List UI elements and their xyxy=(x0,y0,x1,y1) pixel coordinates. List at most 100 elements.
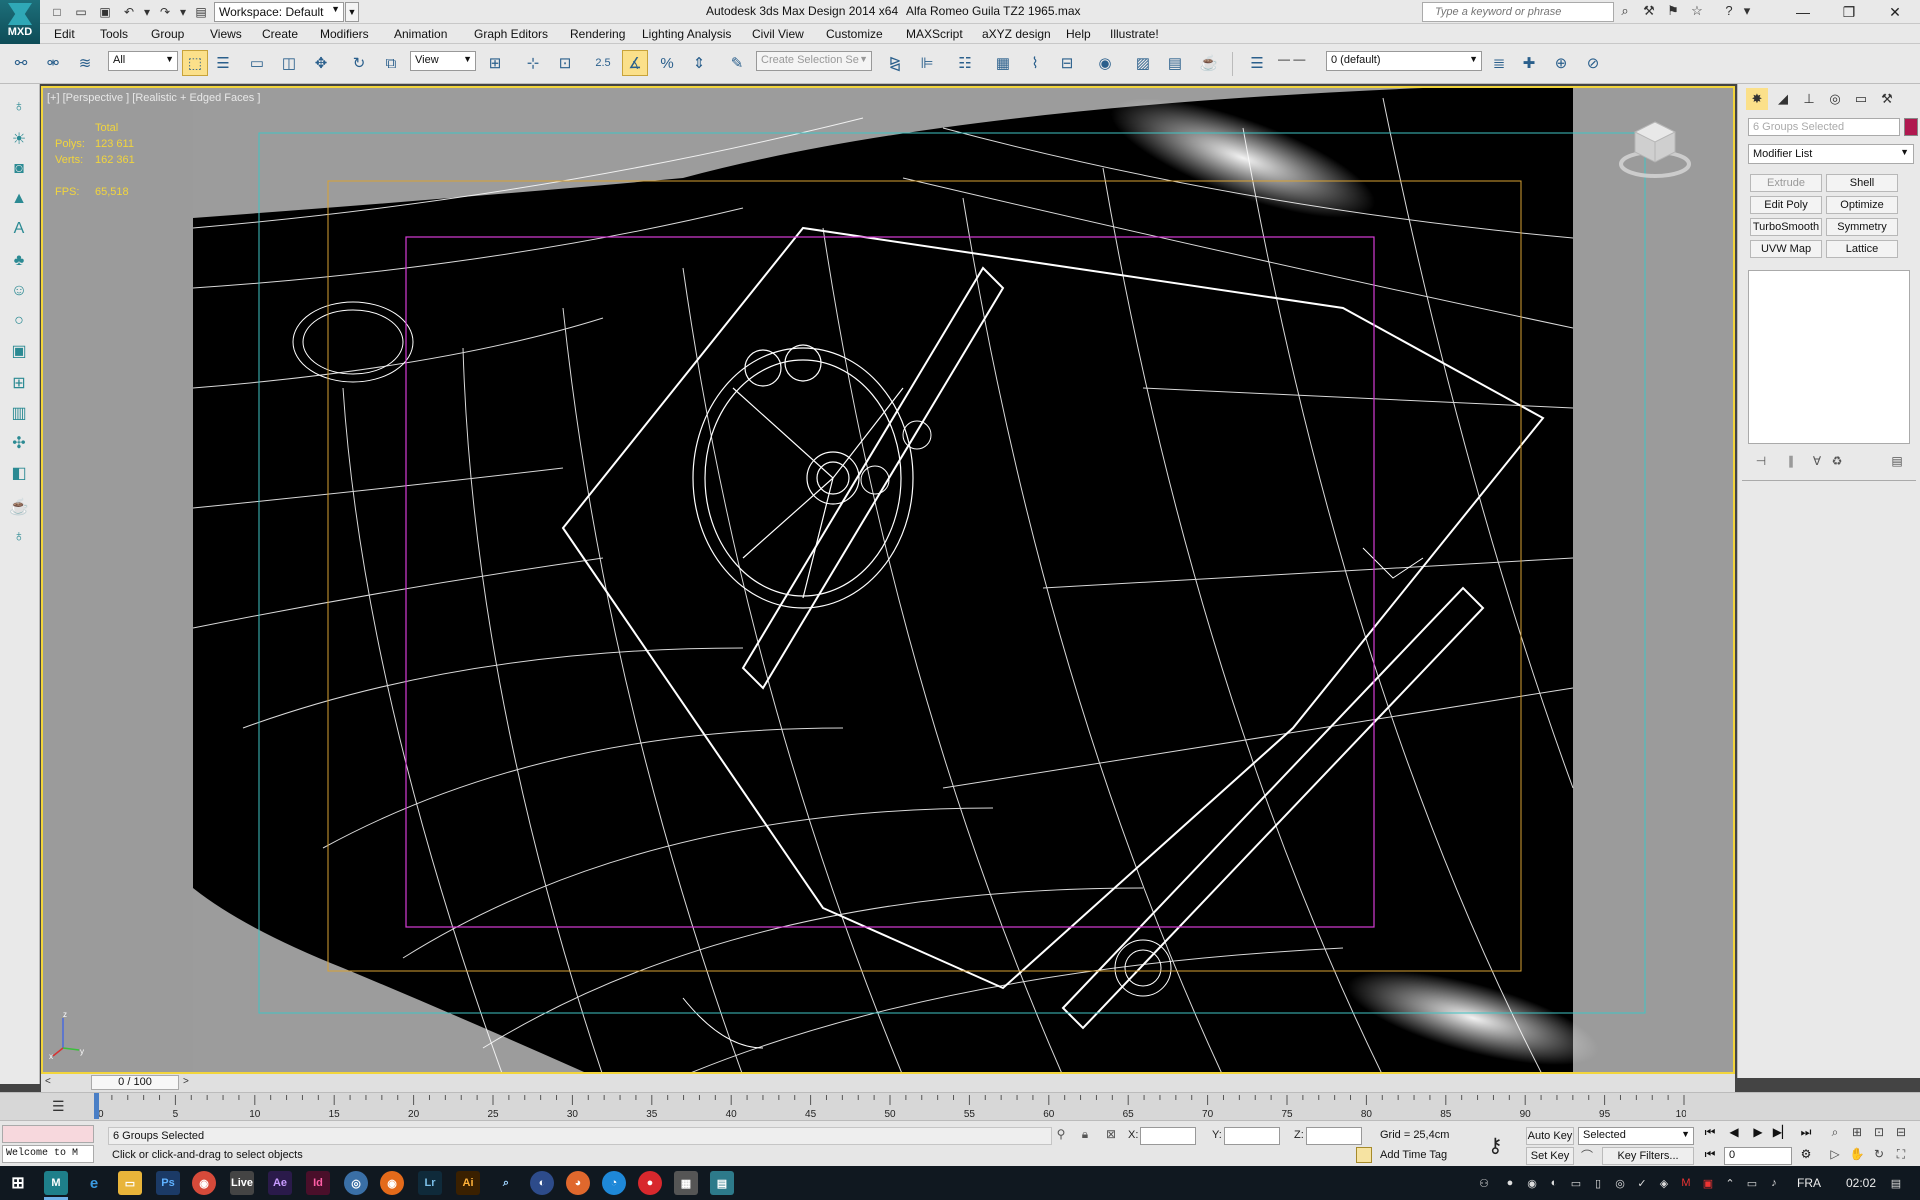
named-selection-dropdown[interactable]: Create Selection Se ▼ xyxy=(756,51,872,71)
create-tab-icon[interactable]: ✸ xyxy=(1746,88,1768,110)
select-in-layer-icon[interactable]: ⊘ xyxy=(1580,50,1606,76)
schematic-view-icon[interactable]: ⊟ xyxy=(1054,50,1080,76)
edit-named-selection-icon[interactable]: ✎ xyxy=(724,50,750,76)
workspace-dropdown[interactable]: Workspace: Default ▼ xyxy=(214,2,344,22)
maxscript-listener-input[interactable] xyxy=(2,1125,94,1143)
object-color-swatch[interactable] xyxy=(1904,118,1918,136)
taskbar-app-icon[interactable]: ◐ xyxy=(530,1171,554,1195)
tray-app-icon[interactable]: ▯ xyxy=(1590,1175,1606,1191)
make-unique-icon[interactable]: ∀ xyxy=(1808,454,1826,472)
show-end-result-icon[interactable]: ∥ xyxy=(1782,454,1800,472)
hierarchy-tab-icon[interactable]: ⊥ xyxy=(1798,88,1820,110)
maxscript-listener-output[interactable]: Welcome to M xyxy=(2,1145,94,1163)
default-in-out-tangents-icon[interactable]: ⌒ xyxy=(1578,1147,1596,1165)
select-object-icon[interactable]: ⬚ xyxy=(182,50,208,76)
taskbar-app-icon[interactable]: ◔ xyxy=(602,1171,626,1195)
current-frame-field[interactable]: 0 xyxy=(1724,1147,1792,1165)
undo-icon[interactable]: ↶ xyxy=(120,3,138,21)
menu-rendering[interactable]: Rendering xyxy=(570,27,625,41)
bulb-icon[interactable]: ♁ xyxy=(6,524,32,550)
tree-icon[interactable]: ♣ xyxy=(6,248,32,274)
tray-people-icon[interactable]: ⚇ xyxy=(1476,1175,1492,1191)
menu-create[interactable]: Create xyxy=(262,27,298,41)
zoom-icon[interactable]: ⌕ xyxy=(1826,1125,1844,1143)
person-icon[interactable]: ☺ xyxy=(6,278,32,304)
modifier-optimize-button[interactable]: Optimize xyxy=(1826,196,1898,214)
zoom-extents-icon[interactable]: ⊡ xyxy=(1870,1125,1888,1143)
key-mode-toggle-icon[interactable]: ⏮ xyxy=(1700,1147,1720,1165)
scale-icon[interactable]: ⧉ xyxy=(378,50,404,76)
add-time-tag-button[interactable]: Add Time Tag xyxy=(1380,1149,1447,1161)
maximize-viewport-icon[interactable]: ⛶ xyxy=(1892,1147,1910,1165)
reference-coordinate-dropdown[interactable]: View ▼ xyxy=(410,51,476,71)
configure-modifier-sets-icon[interactable]: ▤ xyxy=(1888,454,1906,472)
light-bulb-icon[interactable]: ♁ xyxy=(6,94,32,120)
taskbar-app-icon[interactable]: ▦ xyxy=(674,1171,698,1195)
subscription-icon[interactable]: ⚒ xyxy=(1640,3,1658,21)
taskbar-live-icon[interactable]: Live xyxy=(230,1171,254,1195)
current-frame-marker[interactable] xyxy=(94,1093,99,1119)
modifier-edit-poly-button[interactable]: Edit Poly xyxy=(1750,196,1822,214)
menu-tools[interactable]: Tools xyxy=(100,27,128,41)
set-key-button[interactable]: Set Key xyxy=(1526,1147,1574,1165)
taskbar-after-effects-icon[interactable]: Ae xyxy=(268,1171,292,1195)
modifier-list-dropdown[interactable]: Modifier List ▼ xyxy=(1748,144,1914,164)
rectangular-selection-icon[interactable]: ▭ xyxy=(244,50,270,76)
material-editor-icon[interactable]: ◉ xyxy=(1092,50,1118,76)
tray-clock[interactable]: 02:02 xyxy=(1846,1176,1876,1190)
layer-visibility-icon[interactable]: — — xyxy=(1278,52,1305,66)
terrain-icon[interactable]: ▲ xyxy=(6,186,32,212)
layer-manager-icon[interactable]: ☷ xyxy=(952,50,978,76)
open-mini-curve-editor-icon[interactable]: ☰ xyxy=(52,1098,65,1115)
angle-snap-icon[interactable]: ∡ xyxy=(622,50,648,76)
tray-volume-icon[interactable]: ♪ xyxy=(1766,1175,1782,1191)
perspective-viewport[interactable]: [+] [Perspective ] [Realistic + Edged Fa… xyxy=(41,86,1735,1074)
menu-maxscript[interactable]: MAXScript xyxy=(906,27,963,41)
zoom-extents-all-icon[interactable]: ⊟ xyxy=(1892,1125,1910,1143)
auto-key-button[interactable]: Auto Key xyxy=(1526,1127,1574,1145)
menu-views[interactable]: Views xyxy=(210,27,242,41)
x-coord-field[interactable] xyxy=(1140,1127,1196,1145)
bind-space-warp-icon[interactable]: ≋ xyxy=(72,50,98,76)
tray-network-icon[interactable]: ▭ xyxy=(1744,1175,1760,1191)
play-icon[interactable]: ▶ xyxy=(1748,1125,1768,1143)
absolute-mode-icon[interactable]: ⊠ xyxy=(1102,1127,1120,1145)
next-frame-icon[interactable]: ▶▏ xyxy=(1772,1125,1792,1143)
key-mode-dropdown[interactable]: Selected ▼ xyxy=(1578,1127,1694,1145)
previous-frame-icon[interactable]: ◀ xyxy=(1724,1125,1744,1143)
menu-modifiers[interactable]: Modifiers xyxy=(320,27,369,41)
open-file-icon[interactable]: ▭ xyxy=(72,3,90,21)
y-coord-field[interactable] xyxy=(1224,1127,1280,1145)
windows-start-icon[interactable]: ⊞ xyxy=(6,1171,30,1195)
taskbar-app-icon[interactable]: ▤ xyxy=(710,1171,734,1195)
motion-tab-icon[interactable]: ◎ xyxy=(1824,88,1846,110)
select-by-name-icon[interactable]: ☰ xyxy=(210,50,236,76)
selection-filter-dropdown[interactable]: All ▼ xyxy=(108,51,178,71)
search-input[interactable] xyxy=(1423,3,1613,21)
time-configuration-icon[interactable]: ⚙ xyxy=(1796,1147,1816,1165)
menu-customize[interactable]: Customize xyxy=(826,27,883,41)
application-button[interactable]: MXD xyxy=(0,0,40,44)
communication-center-icon[interactable]: ⚑ xyxy=(1664,3,1682,21)
layer-dropdown[interactable]: 0 (default) ▼ xyxy=(1326,51,1482,71)
pan-view-icon[interactable]: ✋ xyxy=(1848,1147,1866,1165)
menu-lighting-analysis[interactable]: Lighting Analysis xyxy=(642,27,731,41)
key-icon[interactable]: ⚷ xyxy=(1488,1133,1503,1158)
taskbar-edge-icon[interactable]: e xyxy=(82,1171,106,1195)
taskbar-3ds-max-icon[interactable]: M xyxy=(44,1171,68,1195)
tray-app-icon[interactable]: ✓ xyxy=(1634,1175,1650,1191)
tray-app-icon[interactable]: ◉ xyxy=(1524,1175,1540,1191)
menu-animation[interactable]: Animation xyxy=(394,27,447,41)
save-file-icon[interactable]: ▣ xyxy=(96,3,114,21)
select-manipulate-icon[interactable]: ⊹ xyxy=(520,50,546,76)
move-icon[interactable]: ✥ xyxy=(308,50,334,76)
z-coord-field[interactable] xyxy=(1306,1127,1362,1145)
taskbar-illustrator-icon[interactable]: Ai xyxy=(456,1171,480,1195)
tray-app-icon[interactable]: ● xyxy=(1502,1175,1518,1191)
menu-axyz-design[interactable]: aXYZ design xyxy=(982,27,1051,41)
snaps-toggle-icon[interactable]: 2.5 xyxy=(590,50,616,76)
help-icon[interactable]: ? xyxy=(1720,3,1738,21)
taskbar-lightroom-icon[interactable]: Lr xyxy=(418,1171,442,1195)
utilities-tab-icon[interactable]: ⚒ xyxy=(1876,88,1898,110)
taskbar-app-icon[interactable]: ● xyxy=(638,1171,662,1195)
